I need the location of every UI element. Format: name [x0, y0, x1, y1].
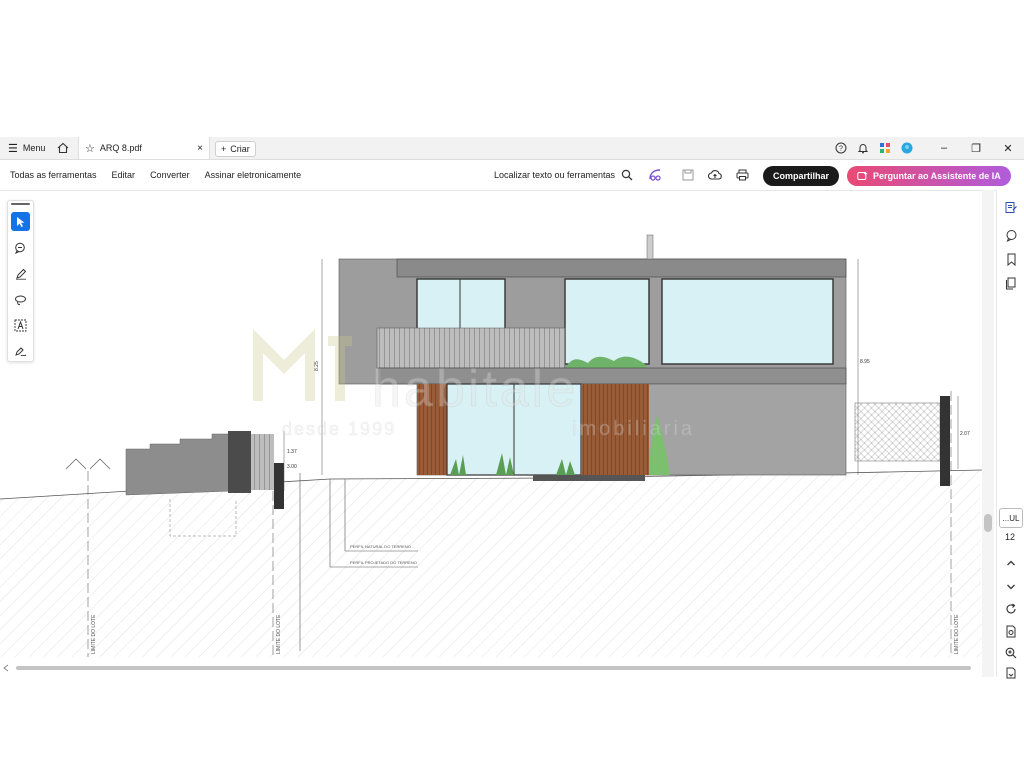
edit-link[interactable]: Editar	[112, 170, 136, 180]
upper-window-2	[564, 278, 650, 365]
star-icon[interactable]: ☆	[85, 142, 95, 155]
find-label: Localizar texto ou ferramentas	[494, 170, 616, 180]
edit-panel-icon[interactable]	[1004, 200, 1018, 214]
comments-panel-icon[interactable]	[1004, 228, 1018, 242]
acrobat-window: ☰ Menu ☆ ARQ 8.pdf × + Criar ? – ❐ ✕ Tod…	[0, 137, 1024, 680]
pages-panel-icon[interactable]	[1004, 276, 1018, 290]
page-fit-icon[interactable]	[1004, 624, 1018, 638]
share-button[interactable]: Compartilhar	[763, 166, 840, 186]
select-tool-button[interactable]	[11, 212, 30, 231]
title-bar: ☰ Menu ☆ ARQ 8.pdf × + Criar ? – ❐ ✕	[0, 137, 1024, 160]
bell-icon[interactable]	[856, 141, 870, 155]
chimney	[646, 234, 654, 260]
chevron-up-icon[interactable]	[1004, 556, 1018, 570]
ai-assistant-icon	[857, 171, 868, 180]
find-tools-search[interactable]: Localizar texto ou ferramentas	[494, 160, 633, 190]
dim-fence-height: 2.07	[960, 431, 970, 437]
comment-tool-button[interactable]	[11, 238, 30, 257]
note-natural-profile: PERFIL NATURAL DO TERRENO	[350, 544, 411, 549]
text-box-icon	[14, 319, 27, 332]
sign-tool-button[interactable]	[11, 342, 30, 361]
toolbar-nav: Todas as ferramentas Editar Converter As…	[10, 160, 301, 190]
page-down-icon[interactable]	[1004, 666, 1018, 680]
search-icon	[621, 169, 633, 181]
menu-label: Menu	[22, 143, 46, 153]
ground-hatch	[0, 471, 982, 657]
limit-label-1: LIMITE DO LOTE	[91, 614, 97, 654]
roof-slab	[396, 258, 847, 278]
cursor-icon	[16, 216, 24, 227]
page-number: 12	[1004, 532, 1015, 542]
tab-title: ARQ 8.pdf	[99, 143, 142, 153]
vertical-scroll-thumb[interactable]	[984, 514, 992, 532]
watermark-since: desde 1999	[282, 419, 396, 439]
sign-link[interactable]: Assinar eletronicamente	[205, 170, 302, 180]
plinth	[533, 475, 645, 481]
draw-tool-button[interactable]	[11, 264, 30, 283]
ai-assistant-label: Perguntar ao Assistente de IA	[873, 171, 1001, 181]
right-fence-mesh	[854, 402, 941, 462]
dim-wall-height: 1.37	[287, 449, 297, 455]
document-canvas[interactable]: PERFIL NATURAL DO TERRENO PERFIL PROJETA…	[0, 191, 982, 657]
comment-icon	[14, 242, 25, 254]
watermark-main: habitale	[372, 360, 578, 418]
left-steps	[125, 433, 233, 496]
watermark-logo-icon	[253, 328, 352, 401]
right-side-panel: ...UL 12	[996, 190, 1024, 680]
pen-icon	[15, 268, 26, 280]
architectural-elevation: PERFIL NATURAL DO TERRENO PERFIL PROJETA…	[0, 234, 982, 657]
new-tab-button[interactable]: + Criar	[215, 141, 256, 157]
main-toolbar: Todas as ferramentas Editar Converter As…	[0, 160, 1024, 191]
ai-tools-icon[interactable]	[648, 168, 662, 182]
tool-palette	[7, 200, 34, 362]
window-right-group: ? – ❐ ✕	[826, 137, 1024, 159]
tab-document[interactable]: ☆ ARQ 8.pdf ×	[78, 137, 210, 159]
home-button[interactable]	[57, 137, 69, 159]
upload-cloud-icon[interactable]	[708, 168, 722, 182]
ai-assistant-button[interactable]: Perguntar ao Assistente de IA	[847, 166, 1011, 186]
bookmark-panel-icon[interactable]	[1004, 252, 1018, 266]
sign-pen-icon	[15, 346, 27, 356]
watermark-sub: imobiliaria	[572, 418, 695, 440]
section-arrow-icon	[65, 458, 111, 470]
upper-window-3	[661, 278, 834, 365]
left-post	[274, 463, 284, 509]
print-icon[interactable]	[735, 168, 749, 182]
hamburger-icon: ☰	[8, 142, 18, 155]
minimize-button[interactable]: –	[928, 142, 960, 154]
plus-icon: +	[221, 144, 227, 154]
lasso-icon	[15, 295, 26, 305]
convert-link[interactable]: Converter	[150, 170, 190, 180]
dim-step-height: 3.00	[287, 464, 297, 470]
zoom-in-icon[interactable]	[1004, 646, 1018, 660]
dim-right-height: 8.95	[860, 359, 870, 365]
chevron-down-icon[interactable]	[1004, 580, 1018, 594]
right-wall	[940, 396, 950, 486]
left-wall	[228, 431, 251, 493]
vertical-scrollbar[interactable]	[982, 190, 994, 677]
home-icon	[57, 142, 69, 154]
lasso-tool-button[interactable]	[11, 290, 30, 309]
apps-icon[interactable]	[878, 141, 892, 155]
account-icon[interactable]	[900, 141, 914, 155]
svg-text:?: ?	[839, 146, 843, 153]
menu-button[interactable]: ☰ Menu	[8, 137, 45, 159]
left-gate	[251, 434, 274, 490]
limit-label-2: LIMITE DO LOTE	[276, 614, 282, 654]
horizontal-scrollbar[interactable]	[0, 661, 982, 673]
maximize-button[interactable]: ❐	[960, 142, 992, 155]
save-icon[interactable]	[681, 168, 695, 182]
help-icon[interactable]: ?	[834, 141, 848, 155]
tab-close-icon[interactable]: ×	[197, 143, 203, 154]
new-tab-label: Criar	[230, 144, 250, 154]
refresh-icon[interactable]	[1004, 602, 1018, 616]
text-select-tool-button[interactable]	[11, 316, 30, 335]
palette-drag-handle[interactable]	[11, 203, 30, 205]
note-projected-profile: PERFIL PROJETADO DO TERRENO	[350, 560, 417, 565]
limit-label-3: LIMITE DO LOTE	[954, 614, 960, 654]
close-window-button[interactable]: ✕	[992, 142, 1024, 155]
all-tools-link[interactable]: Todas as ferramentas	[10, 170, 97, 180]
page-thumbnail-box[interactable]: ...UL	[999, 508, 1023, 528]
